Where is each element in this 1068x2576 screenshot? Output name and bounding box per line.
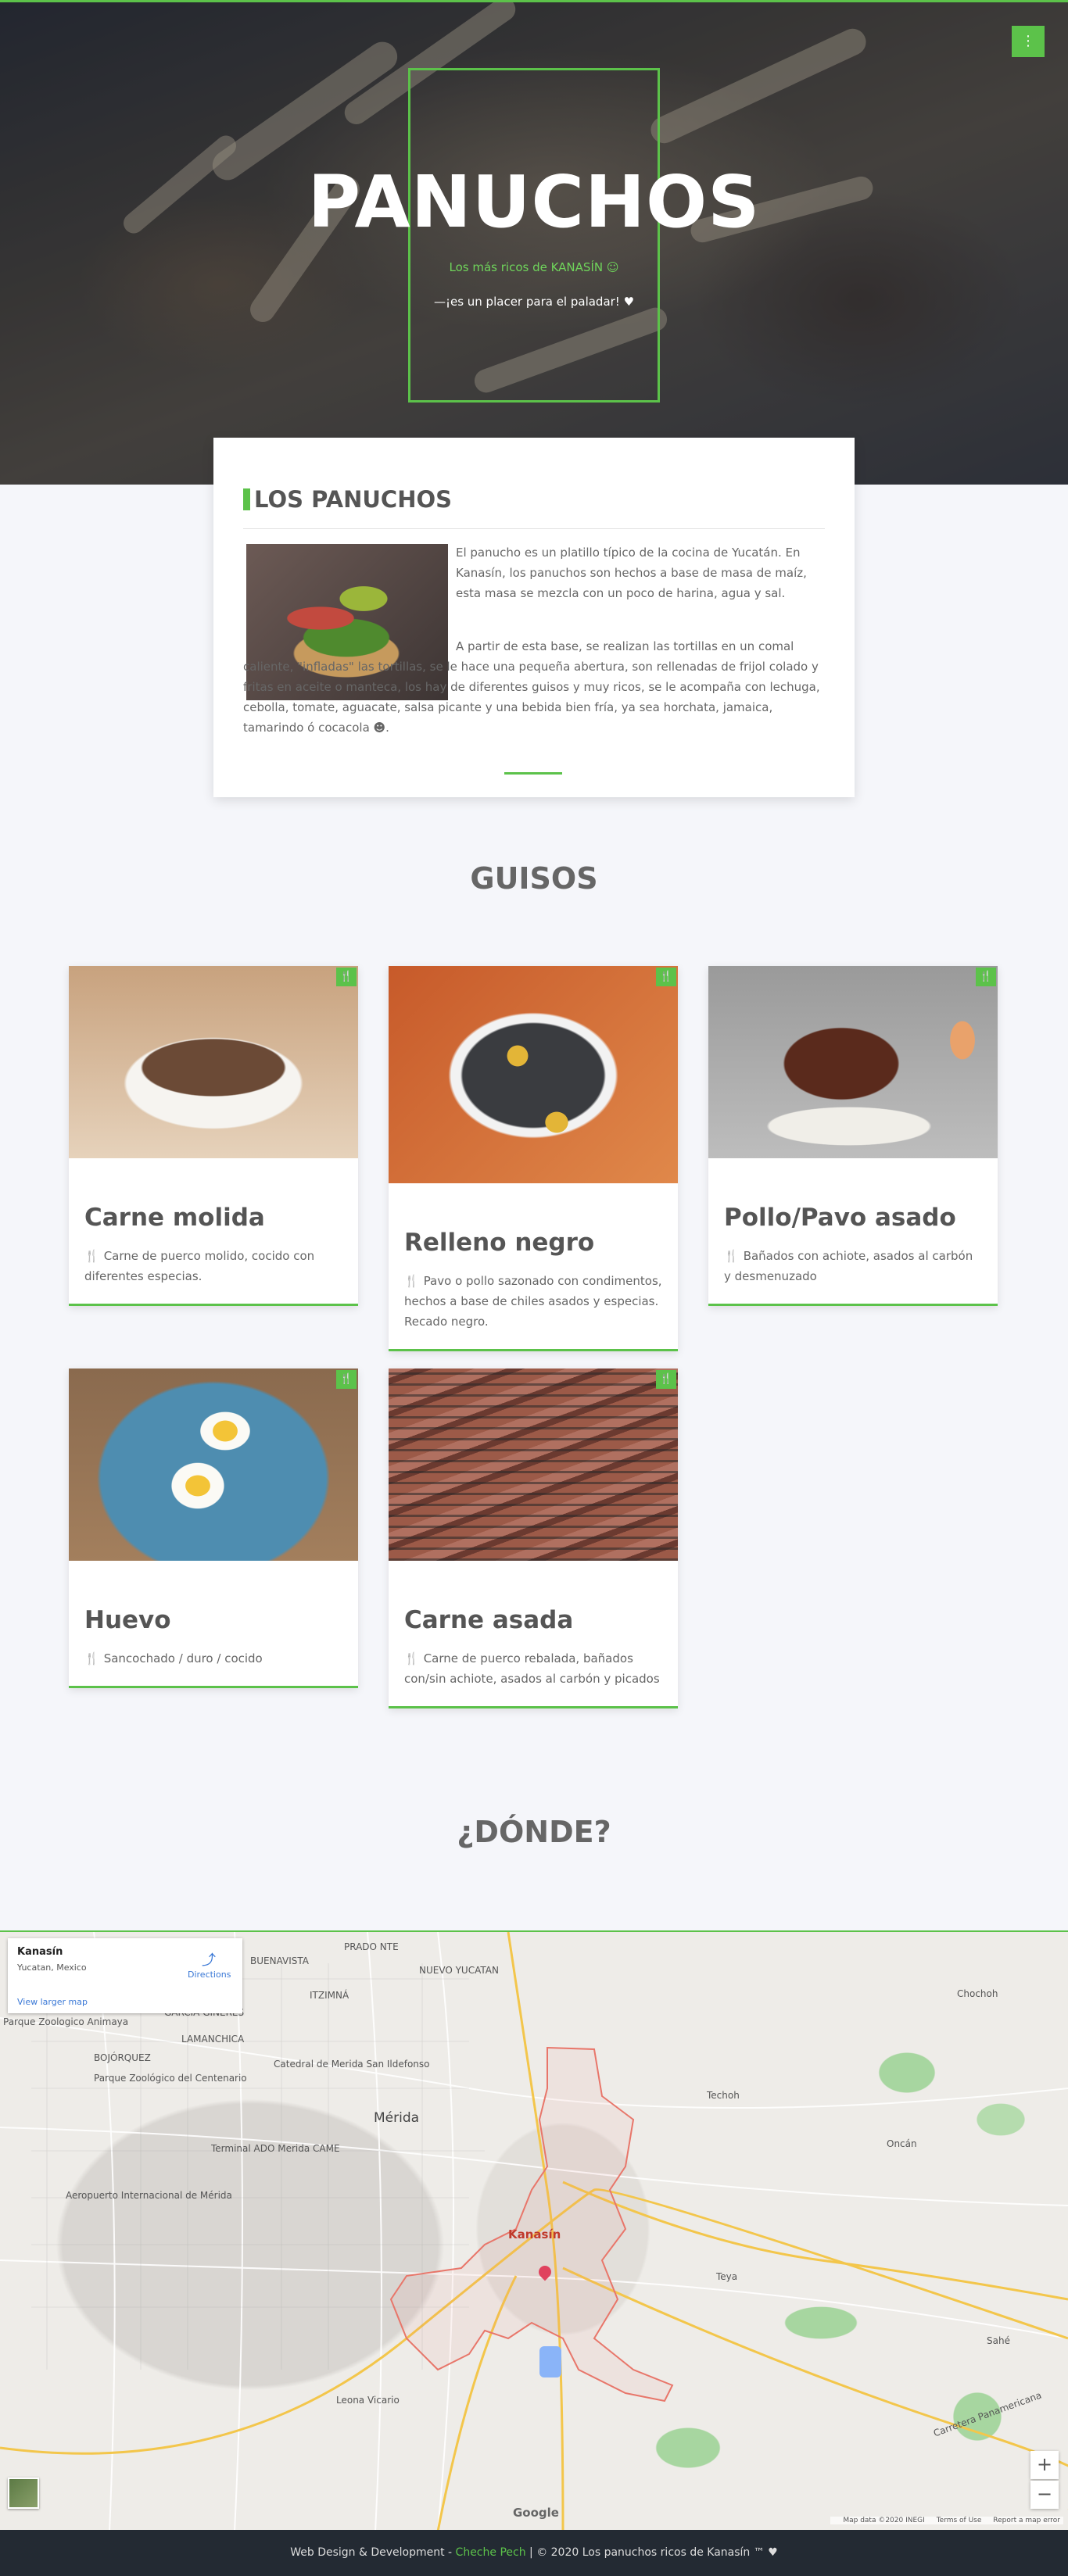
- map-label-chochoh: Chochoh: [957, 1988, 998, 1999]
- pollo-pavo-asado-photo: 🍴: [708, 966, 998, 1158]
- directions-icon: ⤴: [202, 1952, 216, 1969]
- map-place-card: Kanasín Yucatan, Mexico View larger map …: [8, 1938, 242, 2013]
- map-label-leona-vicario: Leona Vicario: [336, 2395, 400, 2406]
- guiso-title: Carne molida: [84, 1204, 265, 1232]
- hero-title: PANUCHOS: [307, 160, 761, 244]
- hero-subtitle: Los más ricos de KANASÍN ☺: [449, 260, 619, 274]
- hero-tagline: —¡es un placer para el paladar! ♥: [433, 295, 635, 309]
- map-label-kanasin: Kanasín: [508, 2227, 561, 2241]
- footer-copyright: | © 2020 Los panuchos ricos de Kanasín ™…: [525, 2546, 778, 2559]
- guiso-card[interactable]: 🍴 Pollo/Pavo asado 🍴 Bañados con achiote,…: [708, 966, 998, 1306]
- guiso-description: Sancochado / duro / cocido: [103, 1651, 263, 1665]
- map-label-terminal: Terminal ADO Merida CAME: [211, 2143, 340, 2154]
- carne-molida-photo: 🍴: [69, 966, 358, 1158]
- map-label-tecoh: Techoh: [707, 2090, 740, 2101]
- about-paragraph-1: El panucho es un platillo típico de la c…: [456, 546, 807, 600]
- map-label-lamanchica: LAMANCHICA: [181, 2034, 245, 2045]
- map-label-sahe: Sahé: [987, 2335, 1010, 2346]
- map-data-credit: Map data ©2020 INEGI: [843, 2517, 925, 2524]
- about-divider: [243, 528, 825, 529]
- map-label-oncan: Oncán: [887, 2138, 917, 2149]
- utensils-icon: 🍴: [84, 1651, 99, 1665]
- utensils-icon: 🍴: [404, 1651, 419, 1665]
- map-label-prado-norte: PRADO NTE: [344, 1941, 399, 1952]
- guiso-card[interactable]: 🍴 Carne asada 🍴 Carne de puerco rebalada,…: [389, 1368, 678, 1708]
- map-report-link[interactable]: Report a map error: [993, 2517, 1060, 2524]
- huevo-photo: 🍴: [69, 1368, 358, 1561]
- utensils-icon: 🍴: [336, 1370, 357, 1389]
- guiso-description: Pavo o pollo sazonado con condimentos, h…: [404, 1274, 662, 1329]
- map-attribution: Map data ©2020 INEGI Terms of Use Report…: [830, 2517, 1063, 2524]
- zoom-in-button[interactable]: +: [1030, 2451, 1059, 2479]
- site-footer: Web Design & Development - Cheche Pech |…: [0, 2530, 1068, 2576]
- about-paragraph-2: A partir de esta base, se realizan las t…: [243, 639, 820, 735]
- utensils-icon: 🍴: [336, 968, 357, 986]
- map-label-aeropuerto: Aeropuerto Internacional de Mérida: [66, 2190, 232, 2201]
- utensils-icon: 🍴: [404, 1274, 419, 1288]
- map-label-teya: Teya: [716, 2271, 738, 2282]
- footer-prefix: Web Design & Development -: [290, 2546, 456, 2559]
- google-logo: Google: [513, 2506, 559, 2520]
- map-embed[interactable]: Mérida Kanasín BUENAVISTA PRADO NTE NUEV…: [0, 1930, 1068, 2530]
- guiso-description: Bañados con achiote, asados al carbón y …: [724, 1249, 973, 1283]
- guiso-card[interactable]: 🍴 Carne molida 🍴 Carne de puerco molido, …: [69, 966, 358, 1306]
- utensils-icon: 🍴: [656, 1370, 676, 1389]
- directions-button[interactable]: ⤴ Directions: [188, 1949, 231, 1980]
- guiso-description: Carne de puerco rebalada, bañados con/si…: [404, 1651, 660, 1686]
- map-label-nuevo-yucatan: NUEVO YUCATAN: [419, 1965, 499, 1976]
- map-label-centenario: Parque Zoológico del Centenario: [94, 2073, 247, 2084]
- guisos-title: GUISOS: [470, 861, 598, 896]
- map-terms-link[interactable]: Terms of Use: [937, 2517, 982, 2524]
- donde-title: ¿DÓNDE?: [457, 1815, 611, 1849]
- map-label-itzimna: ITZIMNÁ: [310, 1990, 349, 2001]
- utensils-icon: 🍴: [976, 968, 996, 986]
- about-accent-line: [504, 772, 562, 775]
- utensils-icon: 🍴: [724, 1249, 739, 1263]
- guiso-description: Carne de puerco molido, cocido con difer…: [84, 1249, 315, 1283]
- guiso-title: Relleno negro: [404, 1229, 595, 1257]
- guiso-title: Pollo/Pavo asado: [724, 1204, 956, 1232]
- view-larger-map-link[interactable]: View larger map: [17, 1997, 88, 2007]
- utensils-icon: 🍴: [656, 968, 676, 986]
- map-label-animaya: Parque Zoologico Animaya: [3, 2016, 129, 2027]
- guiso-card[interactable]: 🍴 Relleno negro 🍴 Pavo o pollo sazonado c…: [389, 966, 678, 1351]
- zoom-out-button[interactable]: −: [1030, 2481, 1059, 2509]
- map-label-merida: Mérida: [374, 2110, 420, 2126]
- directions-label: Directions: [188, 1970, 231, 1980]
- carne-asada-photo: 🍴: [389, 1368, 678, 1561]
- hero-banner: ⋮ PANUCHOS Los más ricos de KANASÍN ☺ —¡…: [0, 0, 1068, 485]
- utensils-icon: 🍴: [84, 1249, 99, 1263]
- map-label-bojorquez: BOJÓRQUEZ: [94, 2052, 151, 2063]
- guiso-title: Huevo: [84, 1606, 171, 1634]
- menu-button[interactable]: ⋮: [1012, 26, 1045, 57]
- guiso-card[interactable]: 🍴 Huevo 🍴 Sancochado / duro / cocido: [69, 1368, 358, 1688]
- guiso-title: Carne asada: [404, 1606, 574, 1634]
- about-card: LOS PANUCHOS El panucho es un platillo t…: [213, 438, 855, 797]
- author-link[interactable]: Cheche Pech: [456, 2546, 526, 2559]
- relleno-negro-photo: 🍴: [389, 966, 678, 1183]
- map-label-catedral: Catedral de Merida San Ildefonso: [274, 2059, 430, 2070]
- satellite-toggle[interactable]: [8, 2478, 39, 2509]
- about-title: LOS PANUCHOS: [243, 486, 452, 513]
- map-label-buenavista: BUENAVISTA: [250, 1955, 309, 1966]
